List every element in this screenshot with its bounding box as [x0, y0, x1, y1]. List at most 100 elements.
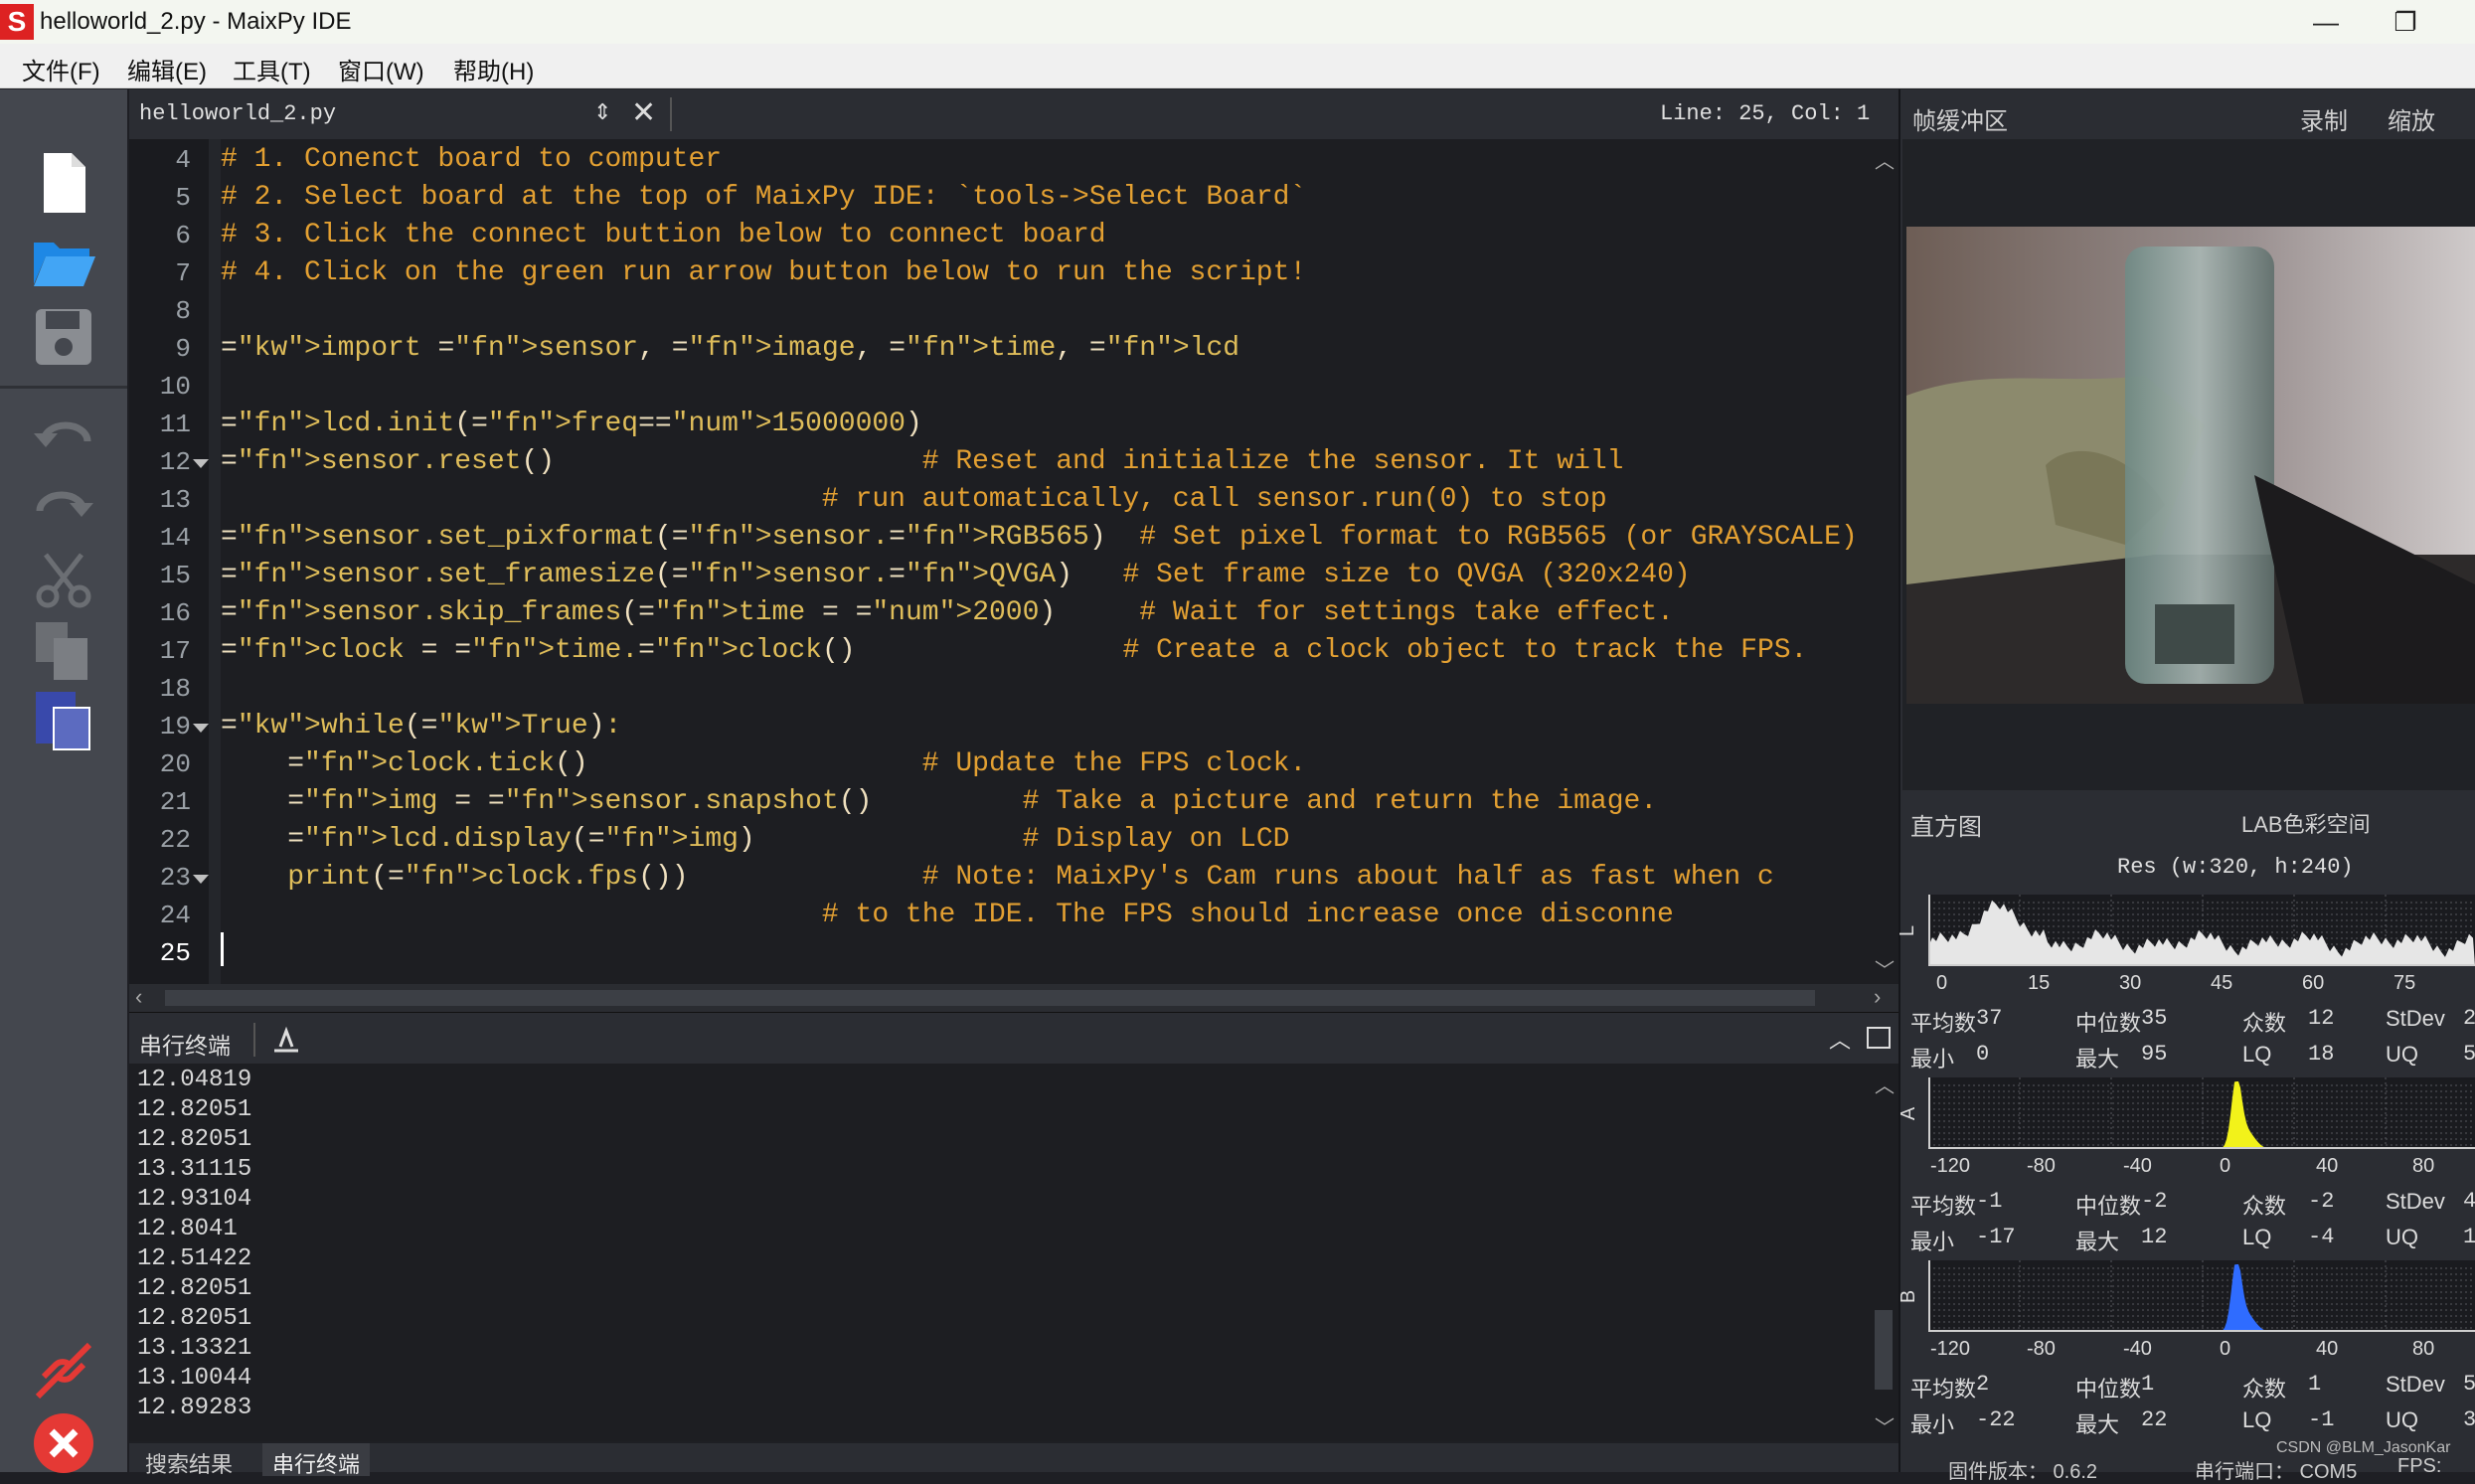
- terminal-line: 13.31115: [137, 1156, 252, 1183]
- clear-terminal-icon[interactable]: [270, 1025, 302, 1055]
- app-logo-icon: S: [0, 4, 34, 40]
- bottom-tabs: 搜索结果 串行终端: [129, 1443, 1898, 1477]
- stat-label: StDev: [2386, 1372, 2445, 1397]
- fold-marker-icon[interactable]: [193, 875, 209, 884]
- watermark: CSDN @BLM_JasonKar: [2276, 1439, 2451, 1456]
- zoom-button[interactable]: 缩放: [2388, 101, 2435, 136]
- term-scroll-up-icon[interactable]: ︿: [1875, 1070, 1895, 1098]
- histogram-plot-L: [1928, 895, 2475, 966]
- record-button[interactable]: 录制: [2300, 101, 2348, 136]
- file-selector[interactable]: helloworld_2.py: [139, 101, 336, 126]
- menu-help[interactable]: 帮助(H): [453, 52, 534, 86]
- tab-serial-terminal[interactable]: 串行终端: [262, 1443, 371, 1477]
- histogram-tick-label: 30: [2119, 972, 2142, 994]
- paste-icon[interactable]: [30, 686, 97, 753]
- close-file-icon[interactable]: ✕: [631, 95, 656, 130]
- stat-label: LQ: [2242, 1042, 2272, 1067]
- histogram-tick-label: -40: [2123, 1338, 2152, 1360]
- window-title: helloworld_2.py - MaixPy IDE: [40, 8, 352, 35]
- code-line: ="fn">img = ="fn">sensor.snapshot() # Ta…: [287, 786, 1658, 817]
- editor-horizontal-scrollbar[interactable]: ‹ ›: [129, 984, 1898, 1012]
- stat-label: 最大: [2075, 1412, 2120, 1437]
- redo-icon[interactable]: [30, 477, 97, 545]
- stat-label: 众数: [2242, 1377, 2287, 1402]
- restore-button[interactable]: ❐: [2366, 0, 2445, 44]
- colorspace-select[interactable]: LAB色彩空间: [2241, 807, 2371, 839]
- maximize-terminal-icon[interactable]: [1867, 1027, 1891, 1049]
- line-number: 15: [159, 561, 191, 590]
- menu-tools[interactable]: 工具(T): [233, 52, 311, 86]
- open-folder-icon[interactable]: [30, 229, 97, 296]
- editor-vertical-scrollbar[interactable]: ︿ ﹀: [1869, 139, 1898, 984]
- line-number: 10: [159, 372, 191, 402]
- stat-label: StDev: [2386, 1006, 2445, 1031]
- undo-icon[interactable]: [30, 408, 97, 475]
- stat-label: 最大: [2075, 1230, 2120, 1254]
- code-line: # 2. Select board at the top of MaixPy I…: [221, 182, 1307, 213]
- stat-value: -2: [2141, 1189, 2168, 1214]
- terminal-line: 12.82051: [137, 1126, 252, 1153]
- code-editor[interactable]: # 1. Conenct board to computer # 2. Selec…: [129, 139, 1869, 984]
- stat-value: 5: [2463, 1372, 2475, 1397]
- line-number: 12: [159, 447, 191, 477]
- file-selector-arrows-icon[interactable]: ⇕: [593, 99, 611, 125]
- menu-edit[interactable]: 编辑(E): [127, 52, 207, 86]
- tab-search-results[interactable]: 搜索结果: [145, 1447, 233, 1479]
- code-line: ="fn">lcd.display(="fn">img) # Display o…: [287, 824, 1290, 855]
- menu-file[interactable]: 文件(F): [22, 52, 100, 86]
- code-line: # 3. Click the connect buttion below to …: [221, 220, 1106, 250]
- histogram-tick-label: 60: [2302, 972, 2325, 994]
- horizontal-scroll-thumb[interactable]: [165, 990, 1815, 1006]
- line-number: 25: [159, 938, 191, 968]
- header-divider: [670, 97, 672, 131]
- term-scroll-thumb[interactable]: [1875, 1310, 1893, 1390]
- code-line: # to the IDE. The FPS should increase on…: [821, 900, 1674, 930]
- stop-icon[interactable]: [30, 1409, 97, 1477]
- cut-icon[interactable]: [30, 547, 97, 614]
- copy-icon[interactable]: [30, 616, 97, 684]
- minimize-button[interactable]: —: [2286, 0, 2366, 44]
- terminal-vertical-scrollbar[interactable]: ︿ ﹀: [1869, 1064, 1898, 1441]
- menu-window[interactable]: 窗口(W): [338, 52, 424, 86]
- serial-port: 串行端口： COM5: [2195, 1461, 2358, 1483]
- cursor-position: Line: 25, Col: 1: [1660, 101, 1871, 126]
- fold-marker-icon[interactable]: [193, 459, 209, 468]
- stat-label: 最小: [1910, 1230, 1955, 1254]
- code-line: # run automatically, call sensor.run(0) …: [821, 484, 1607, 515]
- serial-terminal[interactable]: 12.04819 12.82051 12.82051 13.31115 12.93104…: [129, 1064, 1869, 1441]
- save-icon[interactable]: [30, 303, 97, 371]
- term-scroll-down-icon[interactable]: ﹀: [1875, 1411, 1895, 1440]
- left-toolbar: [0, 89, 127, 1473]
- terminal-line: 12.82051: [137, 1096, 252, 1123]
- histogram-channel-label: L: [1897, 924, 1919, 937]
- scroll-right-icon[interactable]: ›: [1874, 984, 1881, 1010]
- stat-value: 1: [2463, 1225, 2475, 1249]
- terminal-line: 12.89283: [137, 1395, 252, 1421]
- code-line: ="kw">import ="fn">sensor, ="fn">image, …: [221, 333, 1240, 364]
- disconnect-icon[interactable]: [30, 1337, 97, 1404]
- code-line: ="fn">clock = ="fn">time.="fn">clock() #…: [221, 635, 1808, 666]
- histogram-tick-label: 80: [2412, 1155, 2435, 1177]
- stat-value: 5: [2463, 1042, 2475, 1067]
- frame-buffer-title: 帧缓冲区: [1912, 108, 2008, 135]
- stat-value: 95: [2141, 1042, 2168, 1067]
- stat-value: 12: [2308, 1006, 2335, 1031]
- scroll-left-icon[interactable]: ‹: [135, 984, 142, 1010]
- fps-indicator: FPS:: [2397, 1455, 2442, 1477]
- collapse-terminal-icon[interactable]: ︿: [1829, 1023, 1851, 1055]
- stat-value: 22: [2141, 1407, 2168, 1432]
- scroll-up-icon[interactable]: ︿: [1875, 145, 1895, 174]
- terminal-line: 12.51422: [137, 1245, 252, 1272]
- stat-value: -22: [1976, 1407, 2016, 1432]
- editor-header: helloworld_2.py ⇕ ✕ Line: 25, Col: 1: [129, 89, 1898, 140]
- histogram-tick-label: 0: [2220, 1155, 2231, 1177]
- camera-frame-image: [1906, 227, 2475, 704]
- stat-label: 平均数: [1910, 1194, 1977, 1219]
- fold-marker-icon[interactable]: [193, 724, 209, 733]
- scroll-down-icon[interactable]: ﹀: [1875, 954, 1895, 983]
- terminal-line: 13.13321: [137, 1335, 252, 1362]
- new-file-icon[interactable]: [30, 149, 97, 217]
- histogram-tick-label: 80: [2412, 1338, 2435, 1360]
- line-number: 21: [159, 787, 191, 817]
- stat-value: -2: [2308, 1189, 2335, 1214]
